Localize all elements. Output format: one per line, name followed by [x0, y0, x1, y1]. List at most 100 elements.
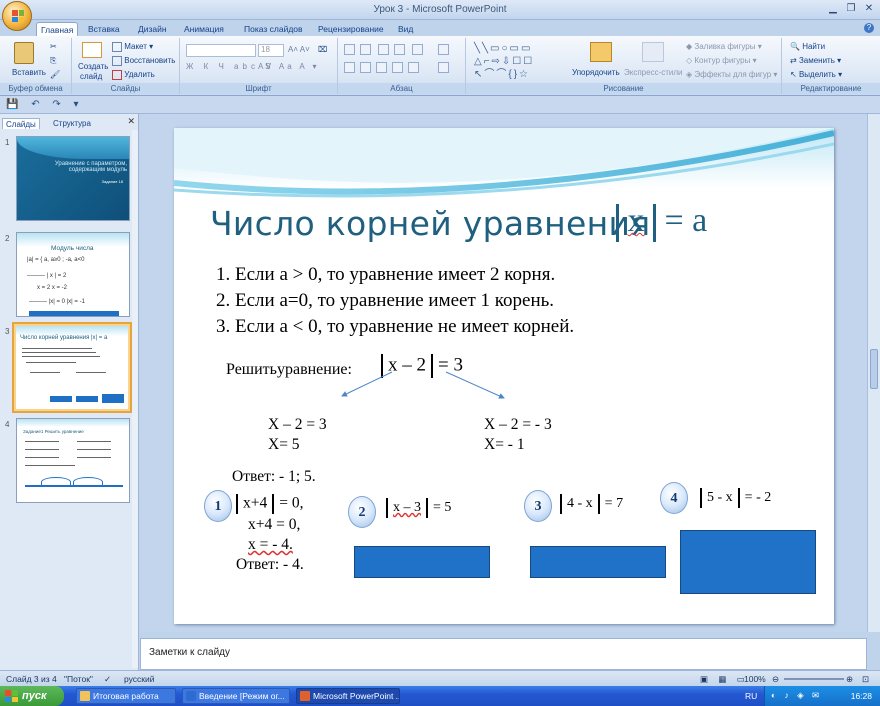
- font-name-field[interactable]: [186, 44, 256, 57]
- tab-insert[interactable]: Вставка: [84, 22, 124, 36]
- slide-thumbnail-3[interactable]: Число корней уравнения |x| = a: [12, 322, 132, 413]
- find-button[interactable]: 🔍 Найти: [790, 42, 825, 51]
- start-button[interactable]: пуск: [0, 686, 64, 706]
- align-right-icon[interactable]: [376, 62, 387, 73]
- task-number-4: 4: [660, 482, 688, 514]
- layout-button[interactable]: Макет ▾: [112, 42, 153, 52]
- tab-view[interactable]: Вид: [394, 22, 417, 36]
- pane-scrollbar[interactable]: [132, 130, 138, 668]
- minimize-icon[interactable]: ▁: [826, 2, 840, 16]
- tab-review[interactable]: Рецензирование: [314, 22, 388, 36]
- right-case-line1: X – 2 = - 3: [484, 416, 552, 433]
- zoom-slider[interactable]: [784, 678, 844, 680]
- thumb-line: ——— |x| = 0 |x| = -1: [29, 299, 85, 305]
- slide-thumbnail-2[interactable]: Модуль числа |a| = { a, a≥0 ; -a, a<0 ——…: [16, 232, 130, 317]
- abs-bar: [560, 494, 562, 514]
- thumb-box: [102, 394, 124, 403]
- tab-design[interactable]: Дизайн: [134, 22, 171, 36]
- office-button[interactable]: [2, 1, 32, 31]
- slide-thumbnail-1[interactable]: Уравнение с параметром, содержащим модул…: [16, 136, 130, 221]
- theme-name: "Поток": [64, 674, 93, 684]
- decrease-indent-icon[interactable]: [378, 44, 389, 55]
- answer-box-4: [680, 530, 816, 594]
- clear-format-icon[interactable]: ⌧: [318, 45, 327, 54]
- shape-outline-button[interactable]: ◇ Контур фигуры ▾: [686, 56, 757, 65]
- paste-button[interactable]: Вставить: [12, 68, 46, 77]
- task-item-1[interactable]: Итоговая работа: [76, 688, 176, 704]
- text-direction-icon[interactable]: [438, 44, 449, 55]
- thumb-number: 2: [5, 234, 10, 243]
- smartart-icon[interactable]: [438, 62, 449, 73]
- thumb-wave: [17, 137, 129, 159]
- format-painter-icon[interactable]: 🖌: [50, 70, 60, 79]
- tray-icons[interactable]: ◐ ♪ ◈ ✉: [771, 690, 822, 701]
- reset-button[interactable]: Восстановить: [112, 56, 175, 66]
- quick-styles-button[interactable]: Экспресс-стили: [624, 68, 683, 77]
- select-button[interactable]: ↖ Выделить ▾: [790, 70, 842, 79]
- arrange-button[interactable]: Упорядочить: [572, 68, 620, 77]
- zoom-in-icon[interactable]: ⊕: [846, 674, 853, 685]
- close-pane-icon[interactable]: ✕: [127, 116, 135, 127]
- quick-access-icons[interactable]: 💾 ↶ ↷ ▾: [6, 99, 84, 110]
- tab-animation[interactable]: Анимация: [180, 22, 228, 36]
- task-item-2[interactable]: Введение [Режим ог...: [182, 688, 290, 704]
- align-left-icon[interactable]: [344, 62, 355, 73]
- help-icon[interactable]: ?: [864, 23, 874, 33]
- shapes-gallery[interactable]: ╲╲▭○▭▭ △⌐⇨⇩☐☐ ↖⌒⌒{}☆: [474, 42, 564, 82]
- task-1-inner: x+4: [243, 494, 268, 512]
- task-2-equation: x – 3 = 5: [386, 498, 451, 518]
- title-eq-var: x: [627, 202, 645, 239]
- system-tray: RU ◐ ♪ ◈ ✉ 16:28: [745, 686, 880, 706]
- line-spacing-icon[interactable]: [412, 44, 423, 55]
- cut-icon[interactable]: ✂: [50, 42, 57, 51]
- tab-slides[interactable]: Слайды: [2, 118, 40, 129]
- thumb-line: x = 2 x = -2: [37, 285, 68, 291]
- thumb-line: [25, 465, 75, 466]
- maximize-icon[interactable]: ❐: [844, 2, 858, 16]
- replace-button[interactable]: ⇄ Заменить ▾: [790, 56, 841, 65]
- spellcheck-icon[interactable]: ✓: [104, 674, 111, 685]
- tab-outline[interactable]: Структура: [50, 118, 94, 129]
- delete-slide-button[interactable]: Удалить: [112, 70, 155, 80]
- keyboard-language[interactable]: RU: [745, 691, 757, 701]
- task-item-label: Введение [Режим ог...: [199, 691, 285, 701]
- group-label-font: Шрифт: [180, 83, 337, 94]
- zoom-out-icon[interactable]: ⊖: [772, 674, 779, 685]
- tab-home[interactable]: Главная: [36, 22, 79, 36]
- zoom-level[interactable]: 100%: [744, 674, 766, 684]
- thumb-box: [76, 396, 98, 402]
- bullets-icon[interactable]: [344, 44, 355, 55]
- slide-thumbnail-4[interactable]: Задание1 Решить уравнение: [16, 418, 130, 503]
- new-slide-label: слайд: [80, 72, 103, 81]
- copy-icon[interactable]: ⎘: [50, 56, 56, 66]
- spacing-buttons[interactable]: AV Aa A ▾: [258, 62, 320, 71]
- columns-icon[interactable]: [408, 62, 419, 73]
- font-size-field[interactable]: 18: [258, 44, 284, 57]
- view-buttons[interactable]: ▣ ▦ ▭: [700, 674, 749, 685]
- scroll-thumb[interactable]: [870, 349, 878, 389]
- group-label-slides: Слайды: [72, 83, 179, 94]
- new-slide-button[interactable]: Создать: [78, 62, 108, 71]
- close-icon[interactable]: ✕: [862, 2, 876, 16]
- slide-canvas[interactable]: Число корней уравнения x = a 1. Если a >…: [174, 128, 834, 624]
- shape-fill-icon: ◆: [686, 42, 693, 51]
- fit-window-icon[interactable]: ⊡: [862, 674, 869, 685]
- title-bar: Урок 3 - Microsoft PowerPoint ▁ ❐ ✕: [0, 0, 880, 31]
- grow-font-icon[interactable]: A˄ A˅: [288, 45, 310, 54]
- justify-icon[interactable]: [392, 62, 403, 73]
- increase-indent-icon[interactable]: [394, 44, 405, 55]
- slide-scrollbar[interactable]: [867, 114, 880, 632]
- reset-label: Восстановить: [124, 56, 176, 66]
- left-case-line1: X – 2 = 3: [268, 416, 327, 433]
- align-center-icon[interactable]: [360, 62, 371, 73]
- shape-effects-button[interactable]: ◈ Эффекты для фигур ▾: [686, 70, 777, 79]
- tab-slideshow[interactable]: Показ слайдов: [240, 22, 307, 36]
- shape-fill-button[interactable]: ◆ Заливка фигуры ▾: [686, 42, 762, 51]
- group-label-clipboard: Буфер обмена: [0, 83, 71, 94]
- numbering-icon[interactable]: [360, 44, 371, 55]
- notes-pane[interactable]: Заметки к слайду: [140, 638, 867, 670]
- abs-bar: [737, 488, 740, 508]
- powerpoint-icon: [300, 691, 310, 701]
- task-item-3[interactable]: Microsoft PowerPoint ...: [296, 688, 400, 704]
- reset-icon: [112, 56, 122, 66]
